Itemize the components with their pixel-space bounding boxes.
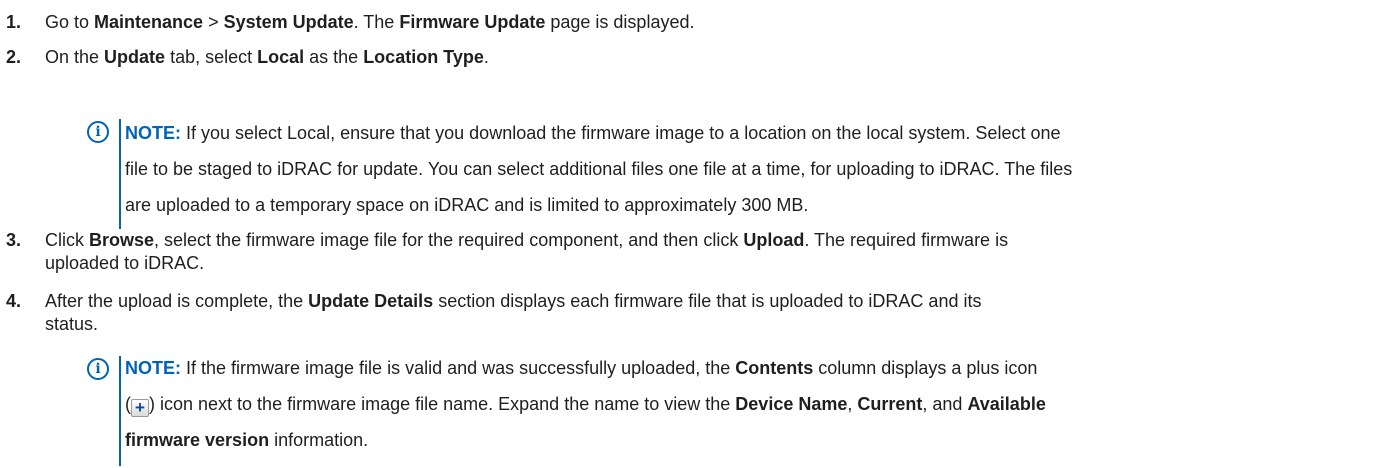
step-number: 2. [6, 47, 22, 67]
ui-term: Firmware Update [399, 12, 546, 32]
plus-icon: + [131, 399, 149, 417]
ui-term: Upload [743, 230, 805, 250]
note-body: NOTE: If you select Local, ensure that y… [125, 123, 1073, 215]
step-text: On the Update tab, select Local as the L… [45, 47, 489, 67]
note-label: NOTE: [125, 358, 181, 378]
step-text: After the upload is complete, the Update… [45, 291, 982, 334]
ui-term: Device Name [735, 394, 848, 414]
note-body: NOTE: If the firmware image file is vali… [125, 358, 1046, 450]
ui-term: Browse [89, 230, 155, 250]
note-label: NOTE: [125, 123, 181, 143]
note-divider [119, 119, 121, 229]
ui-term: Available [967, 394, 1046, 414]
step-text: Go to Maintenance > System Update. The F… [45, 12, 695, 32]
ui-term: firmware version [125, 430, 270, 450]
step-number: 1. [6, 12, 22, 32]
note-divider [119, 356, 121, 466]
step-text: Click Browse, select the firmware image … [45, 230, 1009, 273]
step-number: 3. [6, 230, 22, 250]
ui-term: Location Type [363, 47, 484, 67]
ui-term: Update Details [308, 291, 434, 311]
procedure-document: 1. Go to Maintenance > System Update. Th… [0, 0, 1397, 468]
ui-term: Maintenance [94, 12, 204, 32]
note-local-upload: i NOTE: If you select Local, ensure that… [87, 119, 1387, 229]
info-icon: i [87, 358, 109, 380]
ui-term: Contents [735, 358, 814, 378]
ui-term: System Update [223, 12, 354, 32]
ui-term: Current [857, 394, 923, 414]
info-icon: i [87, 121, 109, 143]
note-contents-column: i NOTE: If the firmware image file is va… [87, 356, 1387, 466]
step-number: 4. [6, 291, 22, 311]
ui-term: Local [257, 47, 305, 67]
ui-term: Update [104, 47, 166, 67]
